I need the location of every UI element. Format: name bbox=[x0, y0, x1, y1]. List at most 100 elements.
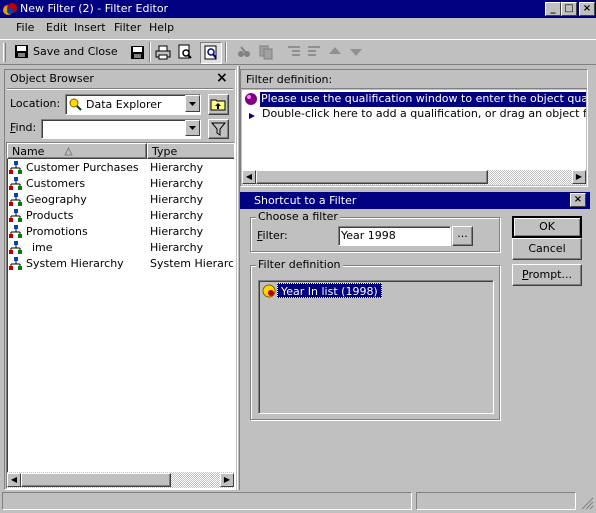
filter-definition-pane: Filter definition: Please use the qualif… bbox=[240, 69, 588, 187]
save-and-close-label: Save and Close bbox=[33, 45, 118, 58]
choose-filter-group: Choose a filter Filter: Year 1998 ... bbox=[250, 210, 500, 252]
dialog-title-bar[interactable]: Shortcut to a Filter × bbox=[240, 192, 590, 209]
move-down-icon bbox=[346, 42, 366, 62]
chevron-down-icon[interactable] bbox=[185, 95, 200, 112]
toolbar-grip bbox=[3, 43, 6, 62]
save-icon bbox=[14, 44, 29, 62]
dialog-close-button[interactable]: × bbox=[570, 193, 586, 207]
resize-grip-icon[interactable] bbox=[580, 496, 594, 513]
minimize-button[interactable]: _ bbox=[545, 2, 561, 16]
menu-bar: File Edit Insert Filter Help bbox=[0, 19, 596, 38]
menu-file[interactable]: File bbox=[16, 19, 34, 37]
item-type: Hierarchy bbox=[150, 161, 204, 174]
filter-label: Filter: bbox=[257, 229, 288, 242]
filter-qualification-icon bbox=[262, 284, 276, 301]
location-dropdown[interactable]: Data Explorer bbox=[65, 94, 201, 115]
print-icon[interactable] bbox=[153, 42, 173, 62]
scroll-right-icon[interactable]: ▶ bbox=[220, 473, 234, 487]
filter-input[interactable]: Year 1998 bbox=[338, 226, 451, 246]
filter-definition-title: Filter definition: bbox=[246, 73, 333, 86]
item-type: Hierarchy bbox=[150, 193, 204, 206]
status-bar bbox=[0, 490, 596, 512]
location-label: Location: bbox=[10, 97, 61, 110]
filter-button[interactable] bbox=[208, 119, 229, 139]
item-name: Products bbox=[26, 209, 74, 222]
shortcut-dialog: Shortcut to a Filter × Choose a filter F… bbox=[240, 192, 590, 490]
scroll-thumb[interactable] bbox=[256, 170, 488, 184]
column-header-type-label: Type bbox=[152, 145, 178, 158]
menu-help[interactable]: Help bbox=[149, 19, 174, 37]
print-preview-icon[interactable] bbox=[175, 42, 195, 62]
toolbar-separator bbox=[149, 42, 151, 62]
object-browser-panel: Object Browser × Location: Data Explorer… bbox=[4, 69, 236, 490]
item-type: Hierarchy bbox=[150, 209, 204, 222]
scroll-left-icon[interactable]: ◀ bbox=[7, 473, 21, 487]
list-item[interactable]: ime Hierarchy bbox=[7, 240, 233, 256]
menu-edit[interactable]: Edit bbox=[46, 19, 67, 37]
horizontal-scrollbar[interactable]: ◀ ▶ bbox=[7, 472, 234, 488]
list-item[interactable]: Customers Hierarchy bbox=[7, 176, 233, 192]
choose-filter-legend: Choose a filter bbox=[256, 210, 340, 223]
scroll-thumb[interactable] bbox=[21, 473, 171, 487]
filter-definition-content[interactable]: Please use the qualification window to e… bbox=[242, 90, 586, 170]
column-header-type[interactable]: Type bbox=[147, 143, 234, 159]
filter-input-value: Year 1998 bbox=[341, 229, 396, 242]
list-item[interactable]: Geography Hierarchy bbox=[7, 192, 233, 208]
filter-definition-group: Filter definition Year In list (1998) bbox=[250, 258, 500, 420]
up-folder-button[interactable] bbox=[208, 94, 229, 115]
app-icon bbox=[2, 1, 18, 20]
filter-definition-legend: Filter definition bbox=[256, 258, 343, 271]
item-name: Geography bbox=[26, 193, 87, 206]
filter-view-icon[interactable] bbox=[200, 42, 222, 64]
toolbar: Save and Close bbox=[0, 39, 596, 65]
list-rows: Customer Purchases Hierarchy Customers Hie… bbox=[7, 160, 234, 470]
menu-filter[interactable]: Filter bbox=[114, 19, 141, 37]
ok-button[interactable]: OK bbox=[512, 216, 582, 238]
find-label: Find: bbox=[10, 121, 37, 134]
prompt-button[interactable]: Prompt... bbox=[512, 264, 582, 286]
instruction-text: Please use the qualification window to e… bbox=[261, 92, 586, 105]
list-item[interactable]: Products Hierarchy bbox=[7, 208, 233, 224]
cut-icon bbox=[234, 42, 254, 62]
chevron-down-icon[interactable] bbox=[185, 120, 200, 136]
filter-qualification-text: Year In list (1998) bbox=[281, 285, 378, 298]
menu-insert[interactable]: Insert bbox=[74, 19, 106, 37]
window-title: New Filter (2) - Filter Editor bbox=[20, 2, 169, 15]
save-and-close-button[interactable]: Save and Close bbox=[12, 42, 122, 62]
status-panel bbox=[2, 492, 412, 510]
item-name: Customers bbox=[26, 177, 86, 190]
cancel-button[interactable]: Cancel bbox=[512, 238, 582, 260]
add-qualification-hint[interactable]: Double-click here to add a qualification… bbox=[262, 107, 586, 120]
save-icon[interactable] bbox=[127, 42, 147, 62]
dialog-title: Shortcut to a Filter bbox=[254, 194, 357, 207]
find-input[interactable] bbox=[41, 119, 201, 139]
list-item[interactable]: Customer Purchases Hierarchy bbox=[7, 160, 233, 176]
panel-divider bbox=[7, 88, 233, 90]
object-list: Name Type Customer Purchases Hierarchy Cu… bbox=[6, 142, 235, 489]
status-panel bbox=[416, 492, 576, 510]
horizontal-scrollbar[interactable]: ◀ ▶ bbox=[242, 170, 586, 185]
list-item[interactable]: System Hierarchy System Hierarc bbox=[7, 256, 233, 272]
scroll-right-icon[interactable]: ▶ bbox=[572, 170, 586, 184]
column-header-name[interactable]: Name bbox=[7, 143, 147, 159]
item-type: Hierarchy bbox=[150, 241, 204, 254]
item-type: System Hierarc bbox=[150, 257, 233, 270]
object-browser-close-icon[interactable]: × bbox=[216, 70, 228, 86]
item-name: System Hierarchy bbox=[26, 257, 124, 270]
list-item[interactable]: Promotions Hierarchy bbox=[7, 224, 233, 240]
item-type: Hierarchy bbox=[150, 225, 204, 238]
filter-definition-box: Year In list (1998) bbox=[258, 280, 494, 414]
location-value: Data Explorer bbox=[86, 98, 162, 111]
maximize-button[interactable]: □ bbox=[561, 2, 577, 16]
qualification-instruction[interactable]: Please use the qualification window to e… bbox=[260, 92, 586, 107]
browse-button[interactable]: ... bbox=[452, 226, 473, 246]
filter-qualification-item[interactable]: Year In list (1998) bbox=[277, 283, 382, 298]
item-type: Hierarchy bbox=[150, 177, 204, 190]
close-button[interactable]: × bbox=[579, 2, 595, 16]
scroll-left-icon[interactable]: ◀ bbox=[242, 170, 256, 184]
sort-ascending-icon bbox=[64, 146, 73, 159]
folder-up-icon bbox=[210, 99, 226, 111]
hierarchy-icon bbox=[9, 257, 23, 276]
arrow-right-icon bbox=[248, 110, 256, 123]
window-title-bar[interactable]: New Filter (2) - Filter Editor _ □ × bbox=[0, 0, 596, 18]
